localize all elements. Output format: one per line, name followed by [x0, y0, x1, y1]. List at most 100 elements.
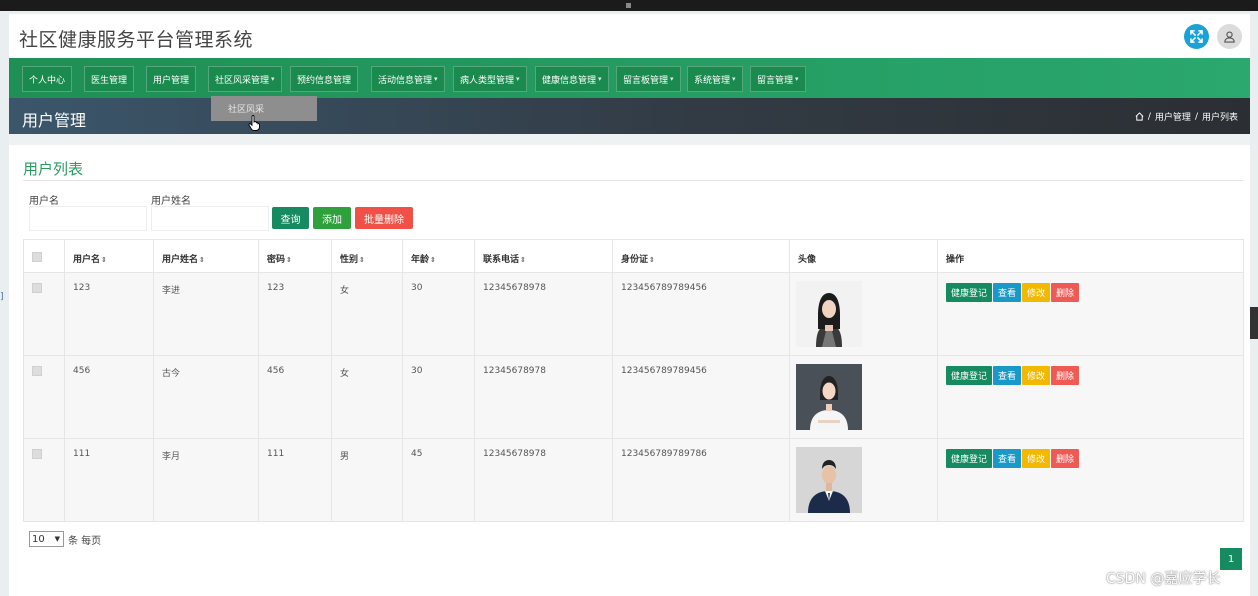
user-list-card: 用户列表 用户名 用户姓名 查询 添加 批量删除 用户名⇕ 用户姓名⇕ 密码⇕ …: [13, 145, 1246, 596]
page-size-select[interactable]: 10 ▼: [29, 531, 64, 547]
nav-item-system[interactable]: 系统管理 ▾: [687, 66, 743, 92]
nav-item-messages[interactable]: 留言管理 ▾: [750, 66, 806, 92]
health-register-button[interactable]: 健康登记: [946, 449, 993, 468]
column-header-name[interactable]: 用户姓名⇕: [153, 239, 259, 273]
edit-button[interactable]: 修改: [1022, 283, 1051, 302]
nav-item-doctor[interactable]: 医生管理: [84, 66, 135, 92]
column-header-phone[interactable]: 联系电话⇕: [474, 239, 613, 273]
edit-button[interactable]: 修改: [1022, 366, 1051, 385]
view-button[interactable]: 查看: [993, 449, 1022, 468]
nav-item-label: 健康信息管理: [542, 75, 597, 86]
nav-item-message-board[interactable]: 留言板管理 ▾: [616, 66, 681, 92]
breadcrumb: / 用户管理 / 用户列表: [1135, 110, 1238, 123]
woman-portrait-avatar: [796, 281, 862, 347]
cell-age: 30: [402, 272, 475, 356]
app-window: 社区健康服务平台管理系统 个人中心 医生管理 用户管理 社区风采管理 ▾ 预约信息…: [9, 14, 1250, 596]
user-menu-button[interactable]: [1217, 24, 1242, 49]
header: 社区健康服务平台管理系统: [9, 14, 1250, 58]
nav-item-label: 病人类型管理: [460, 75, 515, 86]
cell-idcard: 123456789789456: [612, 355, 790, 439]
cell-name: 古今: [153, 355, 259, 439]
cell-actions: 健康登记 查看 修改 删除: [937, 272, 1244, 356]
cell-password: 456: [258, 355, 332, 439]
sort-icon: ⇕: [430, 256, 436, 264]
row-checkbox[interactable]: [32, 449, 42, 459]
column-header-gender[interactable]: 性别⇕: [331, 239, 403, 273]
caret-down-icon: ▾: [434, 75, 438, 83]
nav-item-community[interactable]: 社区风采管理 ▾: [208, 66, 282, 92]
nav-item-health-info[interactable]: 健康信息管理 ▾: [535, 66, 609, 92]
page-title: 用户管理: [22, 111, 87, 130]
table-row: 123 李进 123 女 30 12345678978 123456789789…: [23, 272, 1244, 356]
cell-gender: 男: [331, 438, 403, 522]
table-row: 111 李月 111 男 45 12345678978 123456789789…: [23, 438, 1244, 522]
search-button[interactable]: 查询: [272, 207, 309, 229]
hand-cursor-icon: [248, 115, 260, 131]
home-icon[interactable]: [1135, 112, 1144, 121]
select-all-cell: [23, 239, 65, 273]
nav-item-activity[interactable]: 活动信息管理 ▾: [371, 66, 445, 92]
delete-button[interactable]: 删除: [1051, 283, 1080, 302]
table-row: 456 古今 456 女 30 12345678978 123456789789…: [23, 355, 1244, 439]
cell-gender: 女: [331, 355, 403, 439]
bulk-delete-button[interactable]: 批量删除: [355, 207, 413, 229]
breadcrumb-separator: /: [1147, 111, 1151, 122]
caret-down-icon: ▾: [732, 75, 736, 83]
column-header-idcard[interactable]: 身份证⇕: [612, 239, 790, 273]
caret-down-icon: ▾: [516, 75, 520, 83]
delete-button[interactable]: 删除: [1051, 449, 1080, 468]
page-size-suffix: 条 每页: [68, 536, 102, 547]
dropdown-item-community[interactable]: 社区风采: [228, 105, 264, 115]
select-all-checkbox[interactable]: [32, 252, 42, 262]
caret-down-icon: ▾: [670, 75, 674, 83]
nav-item-label: 系统管理: [694, 75, 731, 86]
edit-button[interactable]: 修改: [1022, 449, 1051, 468]
view-button[interactable]: 查看: [993, 283, 1022, 302]
cell-gender: 女: [331, 272, 403, 356]
fullscreen-button[interactable]: [1184, 24, 1209, 49]
health-register-button[interactable]: 健康登记: [946, 366, 993, 385]
view-button[interactable]: 查看: [993, 366, 1022, 385]
nav-item-appointment[interactable]: 预约信息管理: [290, 66, 359, 92]
spacer: [9, 134, 1250, 145]
delete-button[interactable]: 删除: [1051, 366, 1080, 385]
add-button[interactable]: 添加: [313, 207, 351, 229]
side-collapse-tab[interactable]: [1250, 307, 1258, 339]
nav-item-label: 社区风采管理: [215, 75, 270, 86]
row-checkbox[interactable]: [32, 283, 42, 293]
expand-icon: [1190, 30, 1203, 43]
page-number-button[interactable]: 1: [1220, 548, 1242, 570]
column-header-avatar: 头像: [789, 239, 938, 273]
breadcrumb-item-user-list: 用户列表: [1201, 113, 1238, 123]
cell-avatar: [789, 438, 938, 522]
caret-down-icon: ▾: [271, 75, 275, 83]
chevron-down-icon: ▼: [54, 535, 60, 543]
cell-username: 456: [64, 355, 154, 439]
cell-actions: 健康登记 查看 修改 删除: [937, 355, 1244, 439]
nav-item-personal-center[interactable]: 个人中心: [22, 66, 73, 92]
page-size-value: 10: [32, 533, 45, 545]
user-table: 用户名⇕ 用户姓名⇕ 密码⇕ 性别⇕ 年龄⇕ 联系电话⇕ 身份证⇕ 头像 操作 …: [23, 239, 1244, 522]
community-dropdown-menu: 社区风采: [211, 96, 317, 121]
woman-portrait-avatar: [796, 364, 862, 430]
column-header-username[interactable]: 用户名⇕: [64, 239, 154, 273]
realname-filter-label: 用户姓名: [151, 196, 191, 207]
row-checkbox[interactable]: [32, 366, 42, 376]
cell-username: 123: [64, 272, 154, 356]
sort-icon: ⇕: [101, 256, 107, 264]
cell-phone: 12345678978: [474, 355, 613, 439]
nav-item-patient-type[interactable]: 病人类型管理 ▾: [453, 66, 527, 92]
sort-icon: ⇕: [359, 256, 365, 264]
health-register-button[interactable]: 健康登记: [946, 283, 993, 302]
cell-age: 45: [402, 438, 475, 522]
realname-filter-input[interactable]: [151, 206, 269, 231]
cell-phone: 12345678978: [474, 272, 613, 356]
nav-item-user[interactable]: 用户管理: [146, 66, 197, 92]
cell-age: 30: [402, 355, 475, 439]
app-title: 社区健康服务平台管理系统: [19, 29, 254, 51]
username-filter-input[interactable]: [29, 206, 147, 231]
caret-down-icon: ▾: [795, 75, 799, 83]
column-header-password[interactable]: 密码⇕: [258, 239, 332, 273]
breadcrumb-item-user-management[interactable]: 用户管理: [1155, 110, 1191, 123]
column-header-age[interactable]: 年龄⇕: [402, 239, 475, 273]
